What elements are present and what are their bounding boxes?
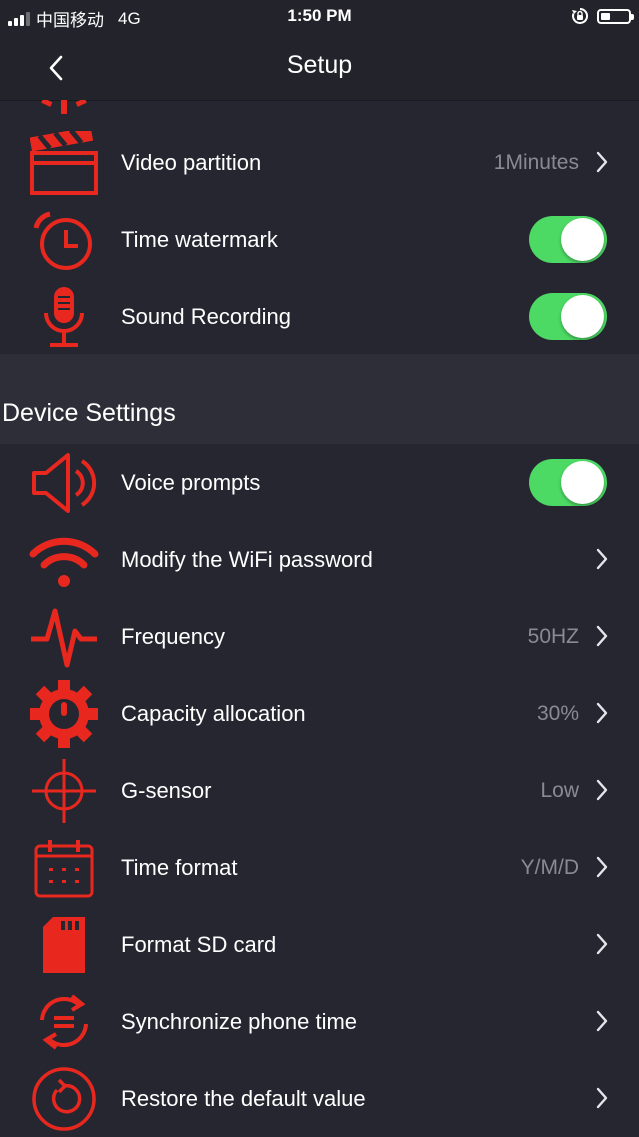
row-label: Capacity allocation	[121, 701, 306, 726]
row-label: Restore the default value	[121, 1086, 366, 1111]
setting-row-time-watermark: Time watermark	[0, 201, 639, 278]
row-label: Time watermark	[121, 227, 278, 252]
section-header-device-settings: Device Settings	[0, 354, 639, 444]
battery-level	[601, 12, 610, 20]
setting-row-sound-recording: Sound Recording	[0, 278, 639, 355]
row-label: Format SD card	[121, 932, 277, 957]
chevron-right-icon	[596, 856, 608, 878]
page-title: Setup	[286, 51, 353, 79]
nav-bar: Setup	[0, 34, 639, 101]
rotation-lock-icon	[572, 7, 589, 24]
chevron-right-icon	[596, 702, 608, 724]
status-bar: 中国移动 4G 1:50 PM	[0, 0, 639, 34]
sync-icon	[28, 989, 100, 1055]
chevron-right-icon	[596, 625, 608, 647]
section-title: Device Settings	[2, 399, 176, 427]
setting-row-video-partition[interactable]: Video partition 1Minutes	[0, 124, 639, 201]
wifi-icon	[28, 527, 100, 593]
row-label: Voice prompts	[121, 470, 261, 495]
chevron-right-icon	[596, 779, 608, 801]
row-label: Frequency	[121, 624, 225, 649]
row-value: 30%	[536, 702, 579, 725]
setting-row-format-sd-card[interactable]: Format SD card	[0, 906, 639, 983]
row-label: Video partition	[121, 150, 262, 175]
chevron-right-icon	[596, 548, 608, 570]
row-label: Time format	[121, 855, 238, 880]
calendar-icon	[28, 835, 100, 901]
pulse-icon	[28, 604, 100, 670]
row-value: 50HZ	[527, 625, 579, 648]
gauge-gear-icon	[28, 680, 100, 748]
clapperboard-icon	[28, 130, 100, 196]
setting-row-time-format[interactable]: Time format Y/M/D	[0, 829, 639, 906]
row-label: Modify the WiFi password	[121, 547, 373, 572]
setting-row-sync-phone-time[interactable]: Synchronize phone time	[0, 983, 639, 1060]
setting-row-g-sensor[interactable]: G-sensor Low	[0, 752, 639, 829]
speaker-icon	[28, 450, 100, 516]
sound-recording-toggle[interactable]	[529, 293, 607, 340]
alarm-clock-icon	[28, 207, 100, 273]
status-right	[571, 7, 634, 25]
toggle-knob	[561, 218, 604, 261]
crosshair-icon	[28, 758, 100, 824]
time-watermark-toggle[interactable]	[529, 216, 607, 263]
toggle-knob	[561, 295, 604, 338]
chevron-right-icon	[596, 151, 608, 173]
partial-icon	[41, 100, 87, 114]
toggle-knob	[561, 461, 604, 504]
chevron-right-icon	[596, 933, 608, 955]
row-value: Y/M/D	[520, 856, 579, 879]
row-value: 1Minutes	[493, 151, 579, 174]
microphone-icon	[28, 284, 100, 350]
chevron-right-icon	[596, 1010, 608, 1032]
setting-row-capacity-allocation[interactable]: Capacity allocation 30%	[0, 675, 639, 752]
row-value: Low	[540, 779, 579, 802]
status-time: 1:50 PM	[287, 6, 352, 25]
restore-icon	[28, 1066, 100, 1132]
sd-card-icon	[28, 912, 100, 978]
row-label: Sound Recording	[121, 304, 292, 329]
row-label: Synchronize phone time	[121, 1009, 358, 1034]
setting-row-restore-default[interactable]: Restore the default value	[0, 1060, 639, 1137]
setting-row-frequency[interactable]: Frequency 50HZ	[0, 598, 639, 675]
voice-prompts-toggle[interactable]	[529, 459, 607, 506]
chevron-right-icon	[596, 1087, 608, 1109]
setting-row-wifi-password[interactable]: Modify the WiFi password	[0, 521, 639, 598]
setting-row-voice-prompts: Voice prompts	[0, 444, 639, 521]
battery-icon	[597, 8, 634, 24]
row-label: G-sensor	[121, 778, 212, 803]
